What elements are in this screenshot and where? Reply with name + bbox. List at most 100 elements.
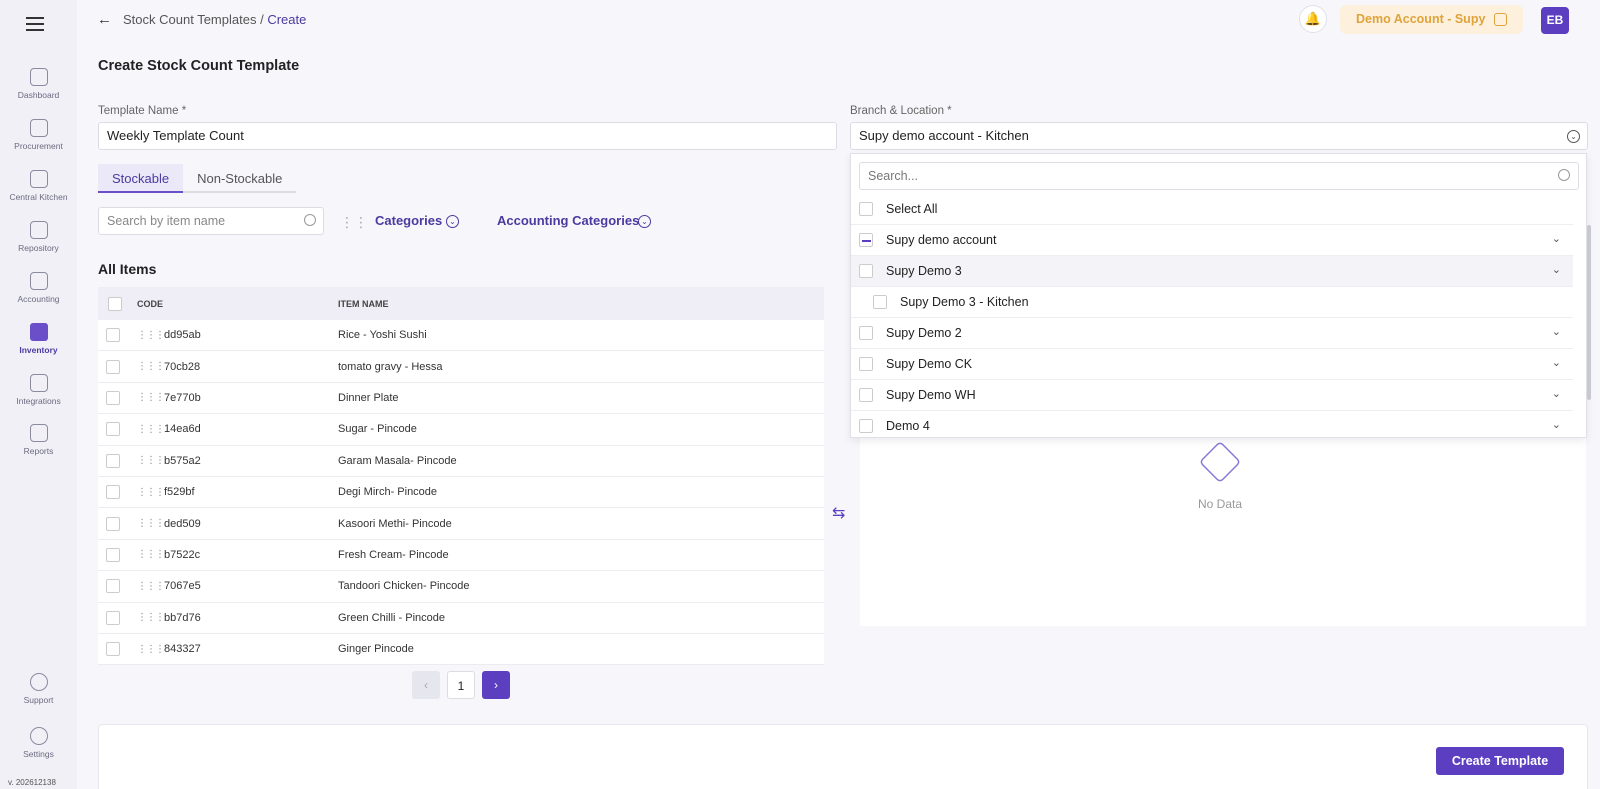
row-checkbox[interactable] [106,516,120,531]
filter-icon[interactable]: ⋮⋮ [340,214,368,231]
chevron-down-icon[interactable]: ⌄ [1552,418,1561,431]
location-option[interactable]: Supy Demo 3 ⌄ [851,256,1573,287]
chevron-down-icon[interactable]: ⌄ [1552,356,1561,369]
sidebar-item-reports[interactable]: Reports [0,424,77,456]
chevron-down-icon[interactable]: ⌄ [638,215,651,228]
menu-icon[interactable] [26,17,44,31]
location-option[interactable]: Supy Demo 2 ⌄ [851,318,1573,349]
table-row[interactable]: ⋮⋮⋮ 7067e5 Tandoori Chicken- Pincode [98,571,824,603]
chevron-down-icon[interactable]: ⌄ [1552,263,1561,276]
row-checkbox[interactable] [106,642,120,657]
reports-icon [29,424,48,442]
sidebar-item-support[interactable]: Support [0,673,77,705]
accounting-icon [29,272,48,290]
location-checkbox[interactable] [859,419,873,433]
drag-handle-icon[interactable]: ⋮⋮⋮ [137,392,165,403]
drag-handle-icon[interactable]: ⋮⋮⋮ [137,518,165,529]
page-number[interactable]: 1 [447,671,475,699]
table-row[interactable]: ⋮⋮⋮ 7e770b Dinner Plate [98,382,824,415]
switch-account-icon [1494,13,1507,26]
select-all-option[interactable]: Select All [851,194,1573,225]
row-checkbox[interactable] [106,579,120,594]
table-row[interactable]: ⋮⋮⋮ dd95ab Rice - Yoshi Sushi [98,320,824,352]
location-checkbox[interactable] [859,357,873,371]
table-row[interactable]: ⋮⋮⋮ 14ea6d Sugar - Pincode [98,414,824,446]
location-option[interactable]: Supy Demo 3 - Kitchen [851,287,1573,318]
location-checkbox[interactable] [859,264,873,278]
next-page-button[interactable]: › [482,671,510,699]
row-checkbox[interactable] [106,390,120,405]
back-arrow-icon[interactable]: ← [97,11,112,28]
drag-handle-icon[interactable]: ⋮⋮⋮ [137,455,165,466]
chevron-down-icon[interactable]: ⌄ [1552,232,1561,245]
dropdown-search-input[interactable]: Search... [859,162,1579,190]
location-checkbox[interactable] [859,233,873,247]
row-checkbox[interactable] [106,359,120,374]
accounting-categories-filter[interactable]: Accounting Categories [497,213,639,228]
table-row[interactable]: ⋮⋮⋮ b575a2 Garam Masala- Pincode [98,445,824,477]
sidebar-item-settings[interactable]: Settings [0,727,77,759]
drag-handle-icon[interactable]: ⋮⋮⋮ [137,612,165,623]
sidebar-item-accounting[interactable]: Accounting [0,272,77,304]
table-row[interactable]: ⋮⋮⋮ ded509 Kasoori Methi- Pincode [98,508,824,540]
account-switcher[interactable]: Demo Account - Supy [1340,5,1523,34]
tab-stockable[interactable]: Stockable [98,164,184,193]
sidebar-item-procurement[interactable]: Procurement [0,119,77,151]
select-all-checkbox[interactable] [859,202,873,216]
location-option[interactable]: Demo 4 ⌄ [851,411,1573,437]
chevron-down-icon[interactable]: ⌄ [1552,387,1561,400]
sidebar-item-inventory[interactable]: Inventory [0,323,77,355]
location-checkbox[interactable] [859,388,873,402]
row-checkbox[interactable] [106,453,120,468]
tab-non-stockable[interactable]: Non-Stockable [183,164,297,193]
dropdown-scrollbar[interactable] [1587,225,1591,400]
categories-filter[interactable]: Categories [375,213,442,228]
location-option[interactable]: Supy Demo CK ⌄ [851,349,1573,380]
item-code: 7e770b [164,391,201,404]
location-checkbox[interactable] [859,326,873,340]
version-text: v. 202612138 [8,778,56,787]
breadcrumb-parent[interactable]: Stock Count Templates [123,12,256,27]
avatar[interactable]: EB [1541,7,1569,34]
select-all-items-checkbox[interactable] [108,296,122,311]
chevron-down-icon[interactable]: ⌄ [1567,130,1580,143]
table-row[interactable]: ⋮⋮⋮ 70cb28 tomato gravy - Hessa [98,351,824,383]
sidebar-item-repository[interactable]: Repository [0,221,77,253]
row-checkbox[interactable] [106,610,120,625]
location-option[interactable]: Supy Demo WH ⌄ [851,380,1573,411]
template-name-field[interactable]: Weekly Template Count [98,122,837,150]
empty-state-text: No Data [1198,497,1243,511]
table-row[interactable]: ⋮⋮⋮ f529bf Degi Mirch- Pincode [98,476,824,509]
table-row[interactable]: ⋮⋮⋮ b7522c Fresh Cream- Pincode [98,539,824,572]
bell-icon[interactable]: 🔔 [1299,5,1327,33]
drag-handle-icon[interactable]: ⋮⋮⋮ [137,330,165,341]
item-code: 14ea6d [164,423,201,436]
row-checkbox[interactable] [106,422,120,437]
row-checkbox[interactable] [106,547,120,562]
drag-handle-icon[interactable]: ⋮⋮⋮ [137,644,165,655]
item-search-input[interactable]: Search by item name [98,207,324,235]
items-table: CODE ITEM NAME ⋮⋮⋮ dd95ab Rice - Yoshi Sus… [98,287,824,666]
sidebar-item-central-kitchen[interactable]: Central Kitchen [0,170,77,202]
account-label: Demo Account - Supy [1356,12,1486,26]
row-checkbox[interactable] [106,485,120,500]
drag-handle-icon[interactable]: ⋮⋮⋮ [137,549,165,560]
sidebar-item-dashboard[interactable]: Dashboard [0,68,77,100]
table-row[interactable]: ⋮⋮⋮ bb7d76 Green Chilli - Pincode [98,602,824,634]
drag-handle-icon[interactable]: ⋮⋮⋮ [137,424,165,435]
repository-icon [29,221,48,239]
sidebar-item-integrations[interactable]: Integrations [0,374,77,406]
chevron-down-icon[interactable]: ⌄ [1552,325,1561,338]
branch-location-select[interactable]: Supy demo account - Kitchen [850,122,1588,150]
drag-handle-icon[interactable]: ⋮⋮⋮ [137,581,165,592]
location-option[interactable]: Supy demo account ⌄ [851,225,1573,256]
row-checkbox[interactable] [106,328,120,343]
location-checkbox[interactable] [873,295,887,309]
drag-handle-icon[interactable]: ⋮⋮⋮ [137,487,165,498]
table-row[interactable]: ⋮⋮⋮ 843327 Ginger Pincode [98,633,824,666]
transfer-icon[interactable]: ⇆ [832,503,845,523]
chevron-down-icon[interactable]: ⌄ [446,215,459,228]
previous-page-button[interactable]: ‹ [412,671,440,699]
drag-handle-icon[interactable]: ⋮⋮⋮ [137,361,165,372]
create-template-button[interactable]: Create Template [1436,747,1564,775]
